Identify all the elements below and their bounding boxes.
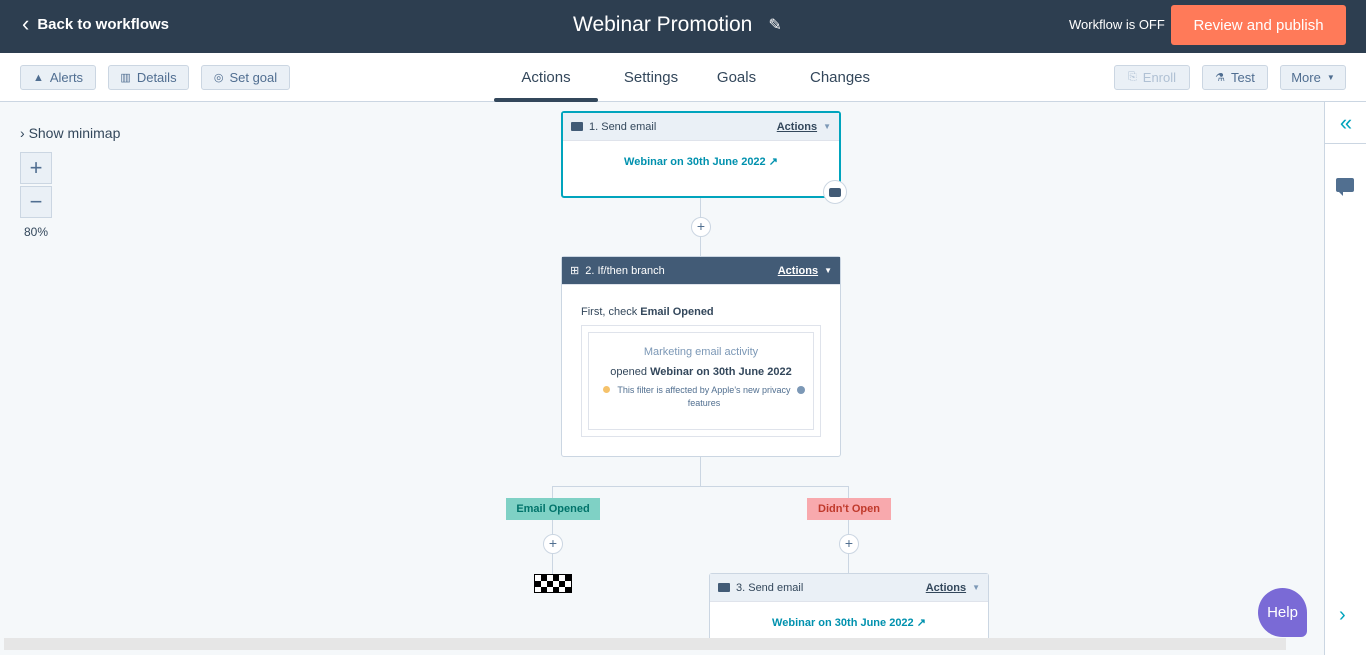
external-link-icon: ↗ <box>768 156 778 168</box>
test-label: Test <box>1231 70 1255 85</box>
workflow-toolbar: ▲ Alerts ▥ Details ◎ Set goal Actions Se… <box>0 53 1366 102</box>
enroll-button[interactable]: ⎘ Enroll <box>1114 65 1190 90</box>
double-chevron-left-icon[interactable]: « <box>1325 102 1366 144</box>
warning-icon: ▲ <box>32 71 44 84</box>
tab-goals[interactable]: Goals <box>716 53 757 102</box>
caret-down-icon: ▼ <box>1326 73 1335 82</box>
workflow-title: Webinar Promotion ✎ <box>573 13 782 37</box>
pencil-icon[interactable]: ✎ <box>768 15 781 35</box>
branch-icon: ⊞ <box>570 265 580 277</box>
filter-verb: opened <box>610 366 648 378</box>
filter-box: Marketing email activity opened Webinar … <box>588 332 814 430</box>
step-title: 2. If/then branch <box>585 264 665 277</box>
step-card-if-then-branch[interactable]: ⊞ 2. If/then branch Actions ▼ First, che… <box>561 256 841 457</box>
right-side-panel: « › <box>1324 102 1366 655</box>
branch-check-text: First, check Email Opened <box>581 306 714 318</box>
target-icon: ◎ <box>213 72 224 84</box>
top-bar: ‹ Back to workflows Webinar Promotion ✎ … <box>0 0 1366 53</box>
minimap-label: Show minimap <box>28 125 121 141</box>
check-prefix: First, check <box>581 306 638 318</box>
caret-down-icon: ▼ <box>972 583 980 592</box>
chevron-right-icon[interactable]: › <box>1339 604 1346 627</box>
tab-changes[interactable]: Changes <box>810 53 870 102</box>
chevron-right-icon: › <box>20 125 25 141</box>
end-flag-icon <box>534 574 572 593</box>
step-card-send-email[interactable]: 1. Send email Actions ▼ Webinar on 30th … <box>561 111 841 198</box>
zoom-level: 80% <box>24 225 49 239</box>
back-label: Back to workflows <box>37 15 170 33</box>
enroll-label: Enroll <box>1142 70 1177 85</box>
actions-dropdown[interactable]: Actions <box>777 121 817 133</box>
zoom-out-button[interactable]: − <box>20 186 52 218</box>
connector-line <box>700 457 701 487</box>
connector-line <box>552 486 849 487</box>
bar-chart-icon: ▥ <box>120 72 131 84</box>
actions-dropdown[interactable]: Actions <box>778 265 818 277</box>
zoom-in-button[interactable]: + <box>20 152 52 184</box>
tab-goals-label: Goals <box>716 69 757 86</box>
step-header: ⊞ 2. If/then branch Actions ▼ <box>562 257 840 285</box>
email-link[interactable]: Webinar on 30th June 2022 ↗ <box>563 155 839 168</box>
caret-down-icon: ▼ <box>824 266 832 275</box>
filter-group: Marketing email activity opened Webinar … <box>581 325 821 437</box>
more-dropdown[interactable]: More ▼ <box>1280 65 1346 90</box>
actions-dropdown[interactable]: Actions <box>926 582 966 594</box>
add-comment-button[interactable] <box>823 180 847 204</box>
privacy-note: This filter is affected by Apple's new p… <box>603 384 805 410</box>
privacy-note-text: This filter is affected by Apple's new p… <box>617 385 791 408</box>
add-action-button[interactable]: + <box>839 534 859 554</box>
tab-bar: Actions Settings Goals Changes <box>494 53 870 102</box>
branch-label-email-opened: Email Opened <box>506 498 600 520</box>
email-link-text: Webinar on 30th June 2022 <box>772 617 914 629</box>
envelope-icon <box>571 122 583 131</box>
details-button[interactable]: ▥ Details <box>108 65 189 90</box>
chevron-left-icon: ‹ <box>22 11 30 36</box>
branch-label-didnt-open: Didn't Open <box>807 498 891 520</box>
workflow-title-text: Webinar Promotion <box>573 13 753 36</box>
set-goal-label: Set goal <box>229 70 278 85</box>
step-title: 1. Send email <box>589 120 657 133</box>
help-button[interactable]: Help <box>1258 588 1307 637</box>
email-link[interactable]: Webinar on 30th June 2022 ↗ <box>710 616 988 629</box>
tab-changes-label: Changes <box>809 69 871 86</box>
tab-actions[interactable]: Actions <box>494 53 598 102</box>
more-label: More <box>1291 70 1321 85</box>
filter-category: Marketing email activity <box>643 346 759 358</box>
step-header: 1. Send email Actions ▼ <box>563 113 839 141</box>
email-link-text: Webinar on 30th June 2022 <box>624 156 766 168</box>
horizontal-scrollbar[interactable] <box>4 638 1286 650</box>
test-button[interactable]: ⚗ Test <box>1202 65 1268 90</box>
add-action-button[interactable]: + <box>691 217 711 237</box>
flask-icon: ⚗ <box>1215 72 1226 84</box>
step-header: 3. Send email Actions ▼ <box>710 574 988 602</box>
review-and-publish-button[interactable]: Review and publish <box>1171 5 1346 45</box>
comment-icon[interactable] <box>1336 178 1354 196</box>
info-icon[interactable] <box>797 386 805 394</box>
filter-value: Webinar on 30th June 2022 <box>650 366 792 378</box>
alerts-label: Alerts <box>49 70 84 85</box>
envelope-icon <box>718 583 730 592</box>
show-minimap-toggle[interactable]: › Show minimap <box>20 125 120 141</box>
comment-icon <box>829 187 841 197</box>
tab-settings[interactable]: Settings <box>598 53 704 102</box>
caret-down-icon: ▼ <box>823 122 831 131</box>
set-goal-button[interactable]: ◎ Set goal <box>201 65 290 90</box>
check-property: Email Opened <box>640 306 714 318</box>
tab-settings-label: Settings <box>623 69 679 86</box>
filter-condition: opened Webinar on 30th June 2022 <box>589 366 813 378</box>
warning-dot-icon <box>603 386 610 393</box>
back-to-workflows-link[interactable]: ‹ Back to workflows <box>22 11 170 36</box>
enroll-icon: ⎘ <box>1127 71 1137 83</box>
alerts-button[interactable]: ▲ Alerts <box>20 65 96 90</box>
step-title: 3. Send email <box>736 581 804 594</box>
external-link-icon: ↗ <box>916 617 926 629</box>
step-card-send-email[interactable]: 3. Send email Actions ▼ Webinar on 30th … <box>709 573 989 643</box>
details-label: Details <box>136 70 177 85</box>
add-action-button[interactable]: + <box>543 534 563 554</box>
workflow-status: Workflow is OFF <box>1069 17 1165 32</box>
tab-actions-label: Actions <box>521 69 571 86</box>
